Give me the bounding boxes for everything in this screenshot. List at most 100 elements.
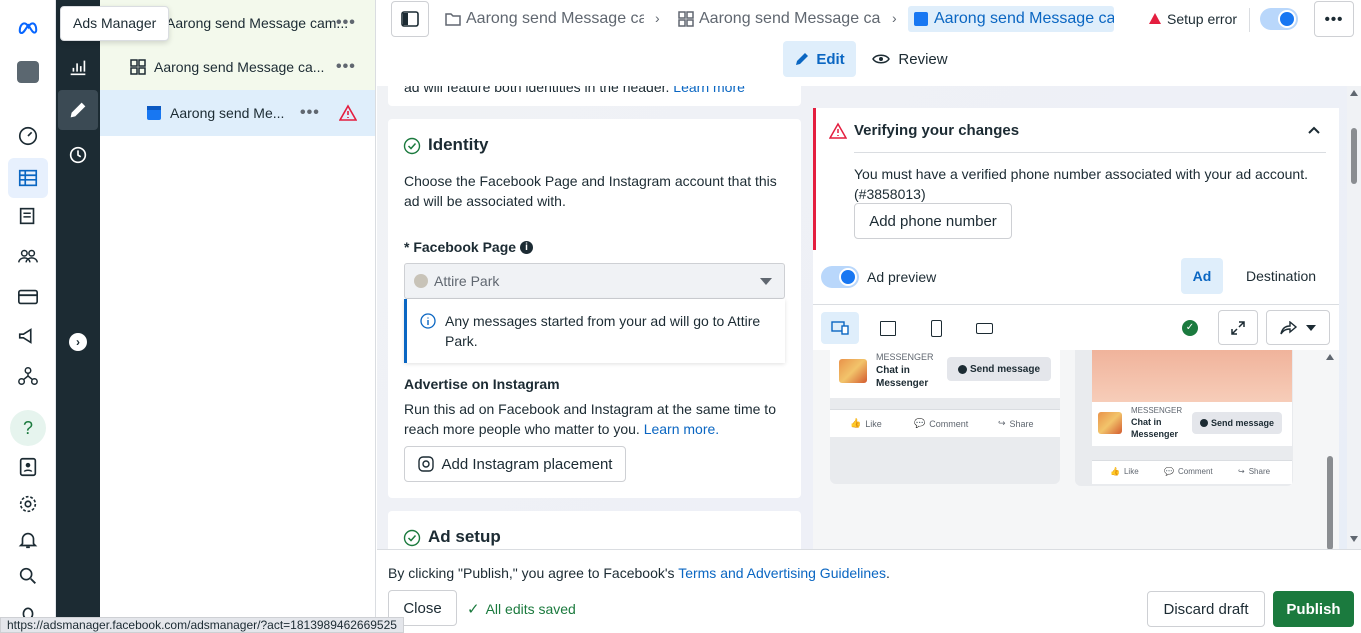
previous-section-link[interactable]: Learn more xyxy=(673,86,745,95)
scroll-up-icon[interactable] xyxy=(1350,90,1358,96)
business-network-icon[interactable] xyxy=(12,360,44,392)
share-arrow-icon xyxy=(1280,320,1298,334)
audiences-icon[interactable] xyxy=(12,240,44,272)
instagram-icon xyxy=(417,456,434,472)
folder-icon xyxy=(445,13,461,26)
identity-card: Identity Choose the Facebook Page and In… xyxy=(388,119,801,498)
primary-nav-rail: ? xyxy=(0,0,56,633)
ads-manager-tooltip: Ads Manager xyxy=(60,6,170,41)
add-instagram-label: Add Instagram placement xyxy=(441,455,613,473)
megaphone-icon[interactable] xyxy=(12,320,44,352)
instagram-description: Run this ad on Facebook and Instagram at… xyxy=(404,399,789,439)
ad-more-icon[interactable]: ••• xyxy=(300,104,320,122)
like-action: 👍 Like xyxy=(850,418,882,429)
toggle-panel-button[interactable] xyxy=(391,1,429,37)
adset-grid-icon xyxy=(130,59,146,75)
tab-edit[interactable]: Edit xyxy=(783,41,856,77)
breadcrumb-chevron-icon: › xyxy=(892,10,897,26)
main-scroll-thumb[interactable] xyxy=(1351,128,1357,184)
publish-notice: By clicking "Publish," you agree to Face… xyxy=(388,565,890,581)
publish-button[interactable]: Publish xyxy=(1273,591,1354,627)
vertical-format-icon[interactable] xyxy=(931,320,942,337)
history-clock-icon[interactable] xyxy=(62,139,94,171)
more-dots-icon: ••• xyxy=(1324,10,1344,28)
breadcrumb-ad[interactable]: Aarong send Message can xyxy=(908,6,1114,32)
facebook-page-value: Attire Park xyxy=(434,273,500,289)
breadcrumb-campaign[interactable]: Aarong send Message can xyxy=(444,6,644,32)
add-instagram-button[interactable]: Add Instagram placement xyxy=(404,446,626,482)
divider xyxy=(813,304,1339,305)
check-icon: ✓ xyxy=(467,601,480,618)
facebook-page-select[interactable]: Attire Park xyxy=(404,263,785,299)
divider xyxy=(1249,8,1250,32)
more-options-button[interactable]: ••• xyxy=(1314,1,1354,37)
terms-link[interactable]: Terms and Advertising Guidelines xyxy=(678,565,886,581)
all-devices-icon[interactable] xyxy=(821,312,859,344)
search-icon[interactable] xyxy=(12,560,44,592)
story-cta-row: MESSENGER Chat in Messenger Send message xyxy=(1092,402,1292,446)
settings-gear-icon[interactable] xyxy=(12,488,44,520)
send-message-button[interactable]: Send message xyxy=(1192,412,1282,434)
ad-preview-toggle[interactable] xyxy=(821,266,859,288)
breadcrumb-adset[interactable]: Aarong send Message can xyxy=(677,6,881,32)
expand-icon xyxy=(1231,320,1245,335)
chart-icon[interactable] xyxy=(62,51,94,83)
comment-action: 💬 Comment xyxy=(914,418,969,429)
send-message-label: Send message xyxy=(969,363,1041,375)
campaign-more-icon[interactable]: ••• xyxy=(336,14,356,32)
error-warning-icon xyxy=(339,104,357,121)
square-format-icon[interactable] xyxy=(880,321,896,336)
previous-section-text: ad will feature both identities in the h… xyxy=(404,86,670,95)
tab-ad[interactable]: Ad xyxy=(1181,258,1223,294)
chat-label: Chat in Messenger xyxy=(1131,417,1179,439)
info-circle-icon xyxy=(420,313,436,329)
campaigns-table-icon[interactable] xyxy=(8,158,48,198)
tab-destination[interactable]: Destination xyxy=(1235,258,1327,294)
instagram-description-text: Run this ad on Facebook and Instagram at… xyxy=(404,401,776,437)
discard-draft-button[interactable]: Discard draft xyxy=(1147,591,1265,627)
publish-footer: By clicking "Publish," you agree to Face… xyxy=(377,549,1361,633)
messenger-icon xyxy=(957,364,967,374)
preview-scroll-thumb[interactable] xyxy=(1327,456,1333,549)
eye-icon xyxy=(872,54,891,64)
error-triangle-icon xyxy=(1149,13,1161,24)
save-status-label: All edits saved xyxy=(485,601,576,617)
horizontal-format-icon[interactable] xyxy=(976,323,993,334)
info-icon[interactable]: i xyxy=(520,240,534,254)
messenger-label: MESSENGER xyxy=(1131,406,1183,415)
pages-icon[interactable] xyxy=(12,200,44,232)
send-message-button[interactable]: Send message xyxy=(947,357,1051,381)
meta-logo-icon[interactable] xyxy=(12,12,44,44)
divider xyxy=(854,152,1326,153)
edit-pencil-icon[interactable] xyxy=(58,90,98,130)
share-preview-button[interactable] xyxy=(1266,310,1330,345)
preview-scrollbar[interactable] xyxy=(1323,350,1337,549)
expand-preview-button[interactable] xyxy=(1218,310,1258,345)
notifications-bell-icon[interactable] xyxy=(12,524,44,556)
help-icon[interactable]: ? xyxy=(10,410,46,446)
contact-card-icon[interactable] xyxy=(12,451,44,483)
dashboard-icon[interactable] xyxy=(12,120,44,152)
tree-ad-row[interactable]: Aarong send Me... ••• xyxy=(100,90,375,136)
share-action: ↪ Share xyxy=(1238,467,1271,476)
breadcrumb-ad-label: Aarong send Message can xyxy=(934,10,1114,27)
messenger-icon xyxy=(1199,419,1208,427)
expand-chevron-icon[interactable]: › xyxy=(62,326,94,358)
account-avatar[interactable] xyxy=(12,56,44,88)
publish-notice-text: By clicking "Publish," you agree to Face… xyxy=(388,565,675,581)
tree-adset-row[interactable]: Aarong send Message ca... ••• xyxy=(100,44,375,90)
tab-review[interactable]: Review xyxy=(865,41,955,77)
setup-error-label[interactable]: Setup error xyxy=(1167,11,1237,27)
instagram-learn-more-link[interactable]: Learn more. xyxy=(644,421,719,437)
send-message-label: Send message xyxy=(1210,418,1275,428)
adset-more-icon[interactable]: ••• xyxy=(336,58,356,76)
billing-card-icon[interactable] xyxy=(12,281,44,313)
main-scrollbar[interactable] xyxy=(1347,86,1361,549)
ad-status-toggle[interactable] xyxy=(1260,8,1298,30)
story-actions-row: 👍 Like 💬 Comment ↪ Share xyxy=(1092,460,1292,484)
add-phone-number-button[interactable]: Add phone number xyxy=(854,203,1012,239)
chevron-up-icon[interactable] xyxy=(1307,125,1321,135)
scroll-down-icon[interactable] xyxy=(1350,536,1358,542)
scroll-up-icon[interactable] xyxy=(1326,354,1334,360)
tool-rail: › xyxy=(56,0,100,633)
